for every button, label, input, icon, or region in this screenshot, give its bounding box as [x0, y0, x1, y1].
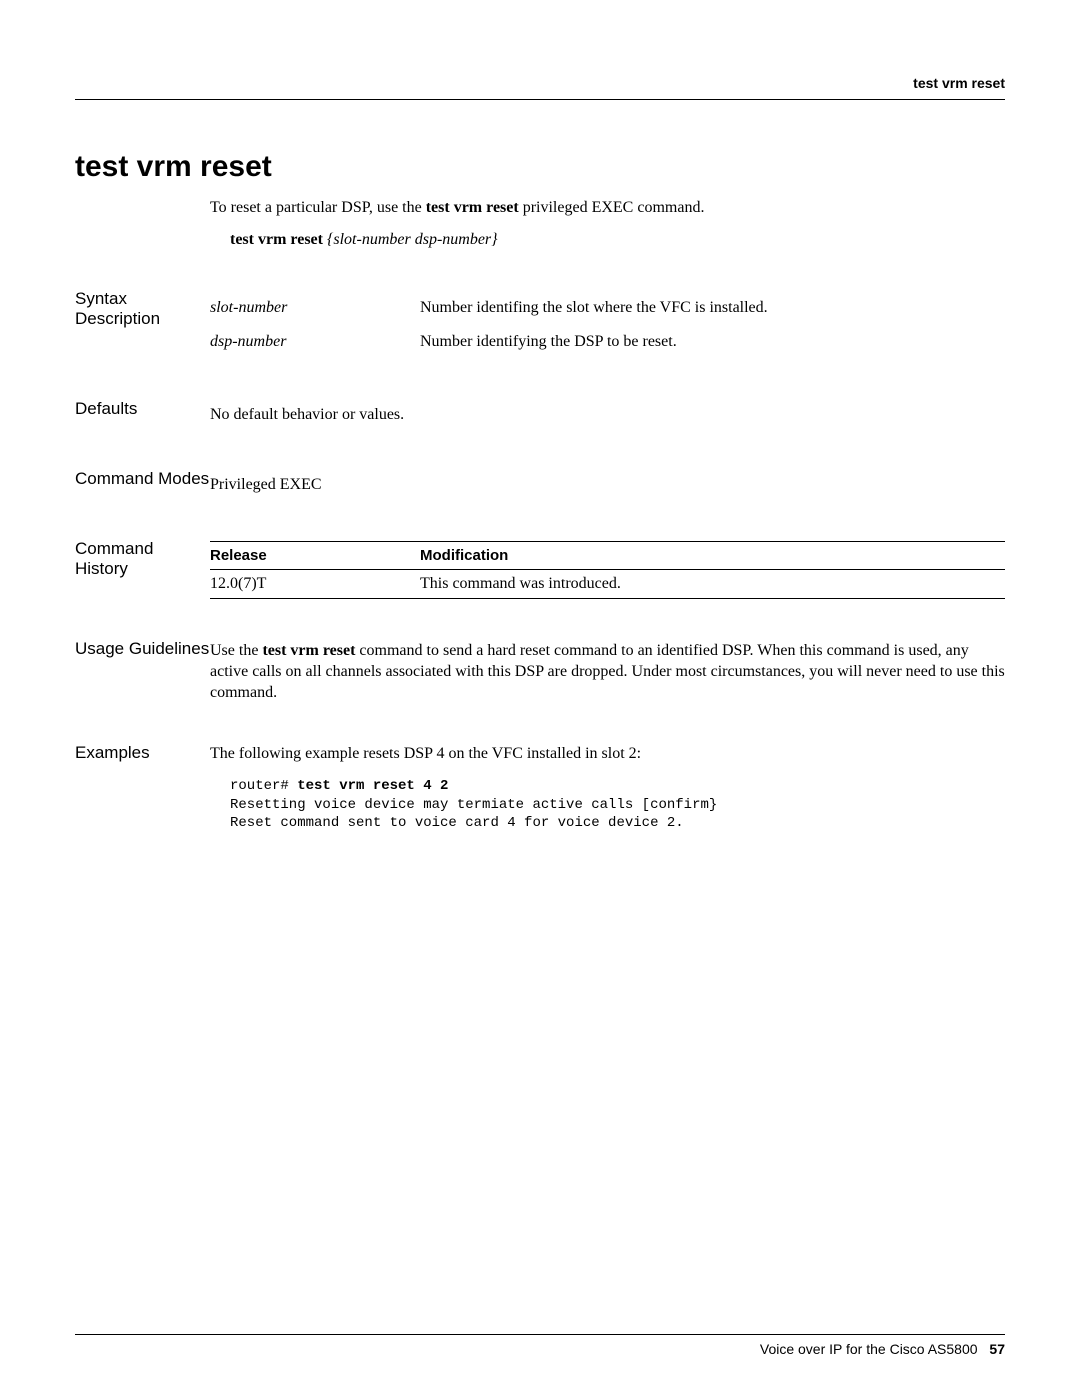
command-modes-text: Privileged EXEC: [210, 476, 1005, 494]
usage-guidelines-heading: Usage Guidelines: [75, 639, 210, 659]
intro-text: To reset a particular DSP, use the test …: [210, 199, 1005, 217]
release-cell: 12.0(7)T: [210, 570, 420, 599]
footer-doc-title: Voice over IP for the Cisco AS5800: [760, 1341, 978, 1357]
usage-prefix: Use the: [210, 642, 262, 659]
param-cell: dsp-number: [210, 325, 420, 359]
modification-cell: This command was introduced.: [420, 570, 1005, 599]
command-modes-heading: Command Modes: [75, 469, 210, 489]
syntax-line: test vrm reset {slot-number dsp-number}: [230, 231, 1005, 249]
header-command-label: test vrm reset: [75, 75, 1005, 100]
defaults-heading: Defaults: [75, 399, 210, 419]
param-cell: slot-number: [210, 291, 420, 325]
usage-guidelines-text: Use the test vrm reset command to send a…: [210, 641, 1005, 703]
intro-cmd: test vrm reset: [426, 199, 519, 216]
syntax-description-heading: Syntax Description: [75, 289, 210, 329]
defaults-text: No default behavior or values.: [210, 406, 1005, 424]
command-history-heading: Command History: [75, 539, 210, 579]
code-block: router# test vrm reset 4 2 Resetting voi…: [230, 777, 1005, 832]
code-cmd: test vrm reset 4 2: [297, 778, 448, 794]
footer-page-number: 57: [989, 1341, 1005, 1357]
table-row: dsp-number Number identifying the DSP to…: [210, 325, 1005, 359]
table-row: slot-number Number identifing the slot w…: [210, 291, 1005, 325]
table-row: 12.0(7)T This command was introduced.: [210, 570, 1005, 599]
syntax-args: {slot-number dsp-number}: [323, 231, 498, 248]
examples-heading: Examples: [75, 743, 210, 763]
code-prompt: router#: [230, 778, 297, 794]
intro-suffix: privileged EXEC command.: [519, 199, 705, 216]
modification-header: Modification: [420, 542, 1005, 570]
page-title: test vrm reset: [75, 150, 1005, 184]
syntax-description-table: slot-number Number identifing the slot w…: [210, 291, 1005, 359]
desc-cell: Number identifying the DSP to be reset.: [420, 325, 1005, 359]
usage-cmd: test vrm reset: [262, 642, 355, 659]
code-output: Resetting voice device may termiate acti…: [230, 797, 717, 831]
desc-cell: Number identifing the slot where the VFC…: [420, 291, 1005, 325]
intro-prefix: To reset a particular DSP, use the: [210, 199, 426, 216]
syntax-cmd: test vrm reset: [230, 231, 323, 248]
release-header: Release: [210, 542, 420, 570]
table-header-row: Release Modification: [210, 542, 1005, 570]
footer: Voice over IP for the Cisco AS5800 57: [75, 1334, 1005, 1357]
command-history-table: Release Modification 12.0(7)T This comma…: [210, 541, 1005, 599]
example-intro: The following example resets DSP 4 on th…: [210, 745, 1005, 763]
